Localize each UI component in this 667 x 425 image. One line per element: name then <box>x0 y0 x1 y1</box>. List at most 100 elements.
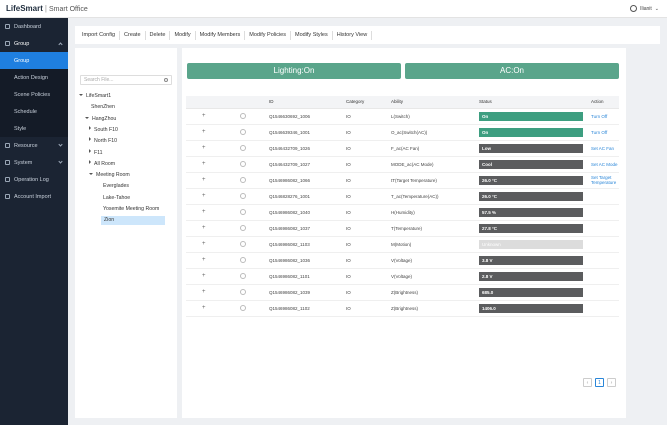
delete-button[interactable]: Delete <box>146 30 171 40</box>
caret-right-icon[interactable] <box>89 125 91 130</box>
row-radio[interactable] <box>240 256 246 263</box>
row-radio[interactable] <box>240 160 246 167</box>
sidebar-item-system[interactable]: System <box>0 154 68 171</box>
expand-plus-icon[interactable]: + <box>202 241 206 247</box>
ac-status-card[interactable]: AC:On <box>405 63 619 79</box>
expand-plus-icon[interactable]: + <box>202 257 206 263</box>
table-row: + Q1546986082_1039 IO Z(Brightness) 685.0 <box>186 284 619 301</box>
expand-cell: + <box>186 220 236 237</box>
caret-right-icon[interactable] <box>89 148 91 153</box>
sidebar-item-dashboard[interactable]: Dashboard <box>0 18 68 35</box>
sidebar-item-group[interactable]: Group <box>0 35 68 52</box>
sidebar-subitem-group[interactable]: Group <box>0 52 68 69</box>
search-icon <box>164 78 168 82</box>
row-radio[interactable] <box>240 224 246 231</box>
expand-plus-icon[interactable]: + <box>202 193 206 199</box>
caret-right-icon[interactable] <box>89 137 91 142</box>
tree-node[interactable]: LifeSmart1 <box>79 92 111 101</box>
tree-node[interactable]: Zion <box>101 216 165 226</box>
row-radio[interactable] <box>240 144 246 151</box>
prev-page-button[interactable]: ‹ <box>583 378 592 387</box>
tree-node[interactable]: South F10 <box>89 125 118 135</box>
category-cell: IO <box>346 220 391 237</box>
history-view-button[interactable]: History View <box>333 30 373 40</box>
row-action-link[interactable]: Set AC Mode <box>591 162 618 167</box>
expand-plus-icon[interactable]: + <box>202 161 206 167</box>
expand-plus-icon[interactable]: + <box>202 273 206 279</box>
row-radio[interactable] <box>240 288 246 295</box>
status-badge: Low <box>479 143 583 153</box>
tree-node[interactable]: North F10 <box>89 137 117 146</box>
sidebar-item-account-import[interactable]: Account Import <box>0 188 68 205</box>
tree-node[interactable]: Lake-Tahoe <box>103 194 130 203</box>
modify-styles-button[interactable]: Modify Styles <box>291 30 333 40</box>
user-menu[interactable]: Ilianit ⌄ <box>630 5 659 12</box>
row-radio[interactable] <box>240 112 246 119</box>
row-radio[interactable] <box>240 192 246 199</box>
content-area: Import Config Create Delete Modify Modif… <box>68 18 667 425</box>
lighting-status-card[interactable]: Lighting:On <box>187 63 401 79</box>
col-status: Status <box>479 96 591 109</box>
caret-right-icon[interactable] <box>89 159 91 164</box>
modify-policies-button[interactable]: Modify Policies <box>245 30 291 40</box>
import-config-button[interactable]: Import Config <box>78 30 121 40</box>
tree-node[interactable]: Meeting Room <box>89 171 130 180</box>
ability-cell: T_ac(Temperature(AC)) <box>391 188 479 205</box>
id-cell: Q1546630692_1006 <box>269 108 346 125</box>
expand-plus-icon[interactable]: + <box>202 289 206 295</box>
row-radio[interactable] <box>240 176 246 183</box>
row-radio[interactable] <box>240 272 246 279</box>
expand-plus-icon[interactable]: + <box>202 305 206 311</box>
tree-node-label: HangZhou <box>92 115 117 122</box>
status-cell: On <box>479 124 591 141</box>
caret-down-icon[interactable] <box>79 94 83 96</box>
expand-plus-icon[interactable]: + <box>202 113 206 119</box>
row-action-link[interactable]: Turn Off <box>591 130 607 135</box>
expand-plus-icon[interactable]: + <box>202 209 206 215</box>
row-radio[interactable] <box>240 240 246 247</box>
expand-plus-icon[interactable]: + <box>202 129 206 135</box>
sidebar-subitem-style[interactable]: Style <box>0 120 68 137</box>
tree-node[interactable]: HangZhou <box>85 115 116 124</box>
modify-members-button[interactable]: Modify Members <box>196 30 246 40</box>
table-row: + Q1546630692_1006 IO L(Switch) On Turn Off <box>186 108 619 125</box>
search-input[interactable]: Search File... <box>80 75 172 85</box>
row-radio[interactable] <box>240 208 246 215</box>
status-badge: 57.5 % <box>479 207 583 217</box>
expand-plus-icon[interactable]: + <box>202 225 206 231</box>
table-row: + Q1546986082_1066 IO tT(Target Temperature… <box>186 172 619 189</box>
row-radio[interactable] <box>240 128 246 135</box>
sidebar-subitem-action-design[interactable]: Action Design <box>0 69 68 86</box>
action-cell <box>591 204 619 221</box>
action-cell <box>591 220 619 237</box>
next-page-button[interactable]: › <box>607 378 616 387</box>
row-action-link[interactable]: Set Target Temperature <box>591 175 616 185</box>
caret-down-icon[interactable] <box>85 116 89 119</box>
sidebar: Dashboard Group Group Action Design Scen… <box>0 18 68 425</box>
ability-cell: MODE_ac(AC Mode) <box>391 156 479 173</box>
tree-node[interactable]: Yosemite Meeting Room <box>103 205 159 214</box>
sidebar-item-resource[interactable]: Resource <box>0 137 68 154</box>
row-radio[interactable] <box>240 304 246 311</box>
create-button[interactable]: Create <box>120 30 146 40</box>
tree-node[interactable]: Everglades <box>103 182 129 191</box>
tree-node[interactable]: All Room <box>89 159 115 169</box>
row-action-link[interactable]: Set AC Fan <box>591 146 614 151</box>
dashboard-icon <box>5 24 10 29</box>
tree-node-label: ShenZhen <box>91 104 115 111</box>
modify-button[interactable]: Modify <box>170 30 196 40</box>
sidebar-item-operation-log[interactable]: Operation Log <box>0 171 68 188</box>
sidebar-subitem-schedule[interactable]: Schedule <box>0 103 68 120</box>
action-cell <box>591 284 619 301</box>
tree-node[interactable]: ShenZhen <box>91 103 115 112</box>
expand-plus-icon[interactable]: + <box>202 177 206 183</box>
expand-plus-icon[interactable]: + <box>202 145 206 151</box>
row-action-link[interactable]: Turn Off <box>591 114 607 119</box>
page-1-button[interactable]: 1 <box>595 378 604 387</box>
chevron-down-icon <box>58 159 63 164</box>
caret-down-icon[interactable] <box>89 173 93 176</box>
status-cell: On <box>479 108 591 125</box>
pagination: ‹ 1 › <box>583 378 616 387</box>
tree-node[interactable]: F11 <box>89 148 103 158</box>
sidebar-subitem-scene-policies[interactable]: Scene Policies <box>0 86 68 103</box>
